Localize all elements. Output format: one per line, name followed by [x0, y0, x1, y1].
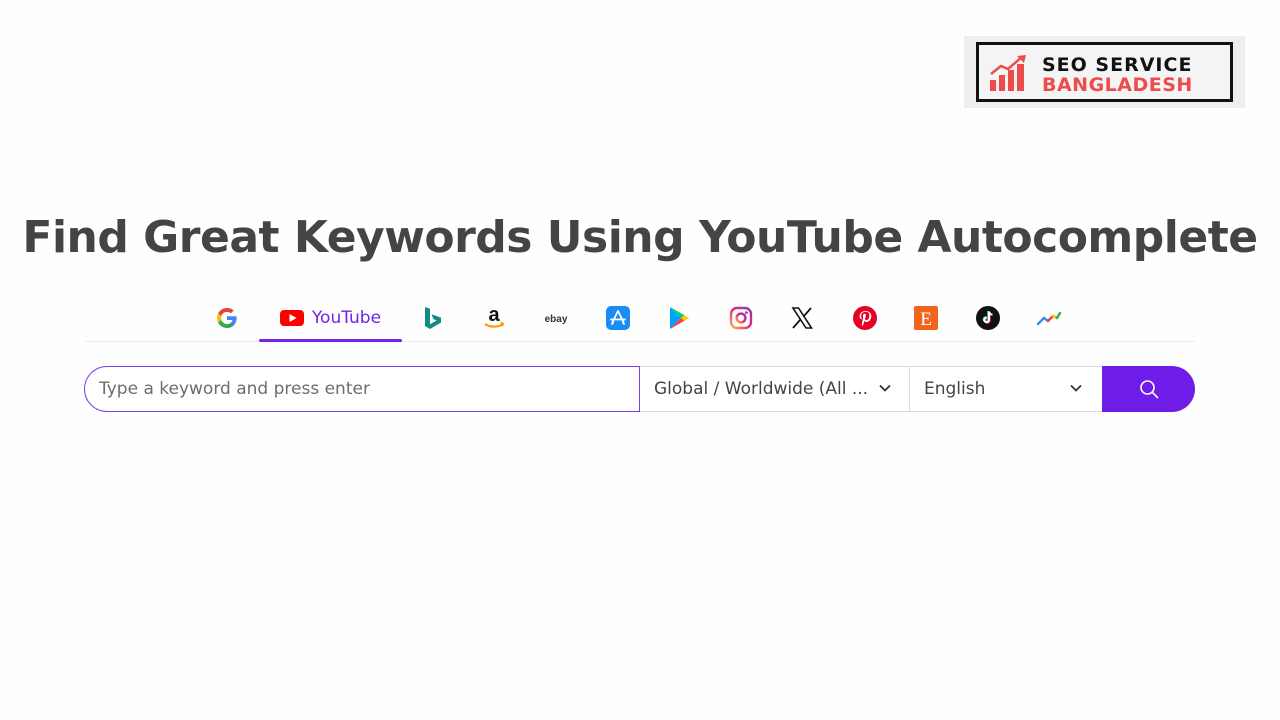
tab-ebay[interactable]: ebay: [540, 294, 572, 341]
search-icon: [1139, 380, 1158, 399]
chevron-down-icon: [879, 384, 891, 392]
language-select-value: English: [924, 379, 986, 399]
tab-bing[interactable]: [418, 294, 448, 341]
keyword-search-input[interactable]: [84, 366, 640, 412]
brand-name-line1: SEO SERVICE: [1042, 54, 1193, 76]
tab-app-store[interactable]: [603, 294, 633, 341]
app-store-icon: [606, 305, 630, 330]
youtube-icon: [279, 309, 304, 326]
tab-play-store[interactable]: [664, 294, 694, 341]
x-icon: [791, 306, 813, 329]
chart-growth-icon: [990, 55, 1026, 91]
tab-tiktok[interactable]: [973, 294, 1003, 341]
search-bar: Global / Worldwide (All ... English: [84, 366, 1195, 412]
chevron-down-icon: [1070, 384, 1082, 392]
language-select[interactable]: English: [910, 366, 1103, 412]
page-title: Find Great Keywords Using YouTube Autoco…: [22, 212, 1258, 263]
pinterest-icon: [853, 305, 877, 330]
ebay-icon: ebay: [545, 314, 568, 325]
tab-etsy[interactable]: E: [911, 294, 941, 341]
tab-google[interactable]: [211, 294, 243, 341]
tab-trends[interactable]: [1034, 294, 1064, 341]
svg-text:ebay: ebay: [545, 314, 568, 325]
brand-name-line2: BANGLADESH: [1042, 74, 1193, 96]
amazon-icon: a: [484, 305, 505, 328]
tab-youtube-label: YouTube: [311, 307, 382, 328]
tiktok-icon: [976, 305, 1000, 330]
play-store-icon: [670, 306, 690, 329]
bing-icon: [425, 306, 441, 329]
tab-pinterest[interactable]: [850, 294, 880, 341]
brand-logo[interactable]: SEO SERVICE BANGLADESH: [964, 36, 1245, 108]
country-select-value: Global / Worldwide (All ...: [654, 379, 869, 399]
tab-amazon[interactable]: a: [479, 294, 509, 341]
svg-text:E: E: [920, 309, 932, 330]
etsy-icon: E: [914, 305, 938, 330]
tab-x[interactable]: [787, 294, 817, 341]
google-icon: [217, 307, 237, 328]
country-select[interactable]: Global / Worldwide (All ...: [640, 366, 910, 412]
svg-text:a: a: [488, 305, 500, 326]
tab-instagram[interactable]: [726, 294, 756, 341]
trends-icon: [1036, 311, 1062, 325]
instagram-icon: [729, 306, 753, 329]
brand-logo-frame: SEO SERVICE BANGLADESH: [976, 42, 1233, 102]
search-button[interactable]: [1102, 366, 1195, 412]
tab-youtube[interactable]: YouTube: [259, 294, 402, 342]
source-tabs: YouTube a ebay E: [85, 294, 1195, 342]
